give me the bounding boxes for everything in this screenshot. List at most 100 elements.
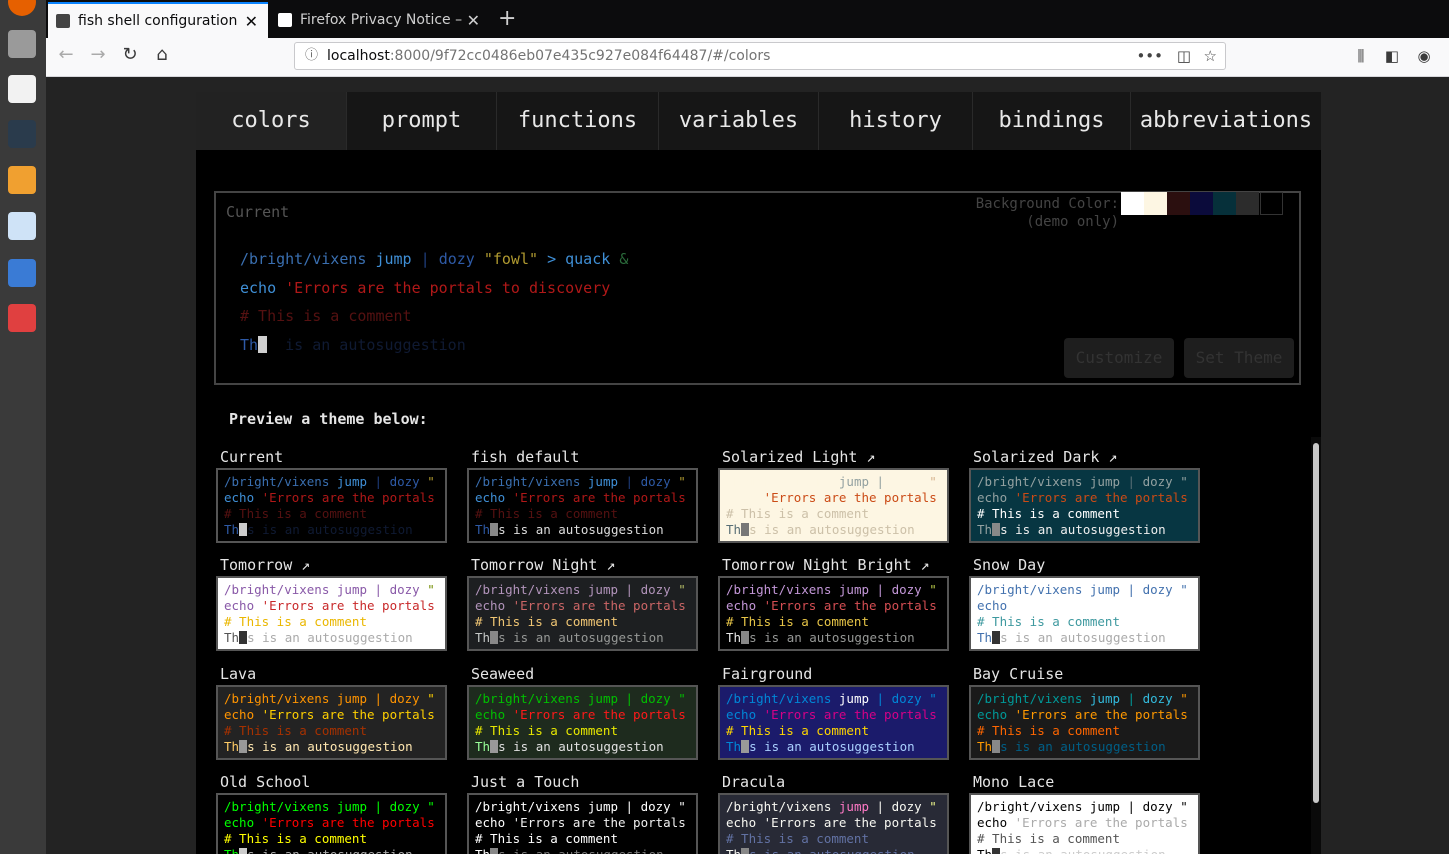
current-theme-demo: Current Background Color: (demo only) /b… (214, 191, 1301, 385)
file-manager-dock-icon[interactable] (8, 30, 36, 58)
theme-preview[interactable]: /bright/vixens jump | dozy " echo 'Errors… (718, 576, 949, 651)
preview-pipe: | (625, 582, 634, 597)
demo-line-command: /bright/vixens jump | dozy "fowl" > quac… (240, 250, 628, 268)
theme-card[interactable]: Old School/bright/vixens jump | dozy " ec… (216, 773, 447, 854)
theme-preview[interactable]: /bright/vixens jump | dozy " echo 'Errors… (216, 685, 447, 760)
preview-error: 'Errors are the portals (261, 815, 435, 830)
chat-dock-icon[interactable] (8, 212, 36, 240)
preview-line-command: /bright/vixens jump | dozy " (224, 474, 445, 490)
preview-jump: jump (587, 582, 618, 597)
tab-bindings[interactable]: bindings (972, 92, 1130, 150)
screen-recorder-dock-icon[interactable] (8, 304, 36, 332)
page-actions-icon[interactable]: ••• (1136, 43, 1163, 69)
theme-card[interactable]: Current/bright/vixens jump | dozy " echo … (216, 448, 447, 548)
theme-preview[interactable]: /bright/vixens jump | dozy " echo 'Errors… (467, 793, 698, 854)
demo-line-comment: # This is a comment (240, 307, 412, 325)
preview-autosuggestion: is an autosuggestion (1015, 847, 1166, 854)
theme-card[interactable]: Tomorrow Night Bright ↗ /bright/vixens ju… (718, 556, 949, 656)
preview-path: /bright/vixens (726, 582, 832, 597)
preview-typed-tail: s (247, 847, 255, 854)
library-icon[interactable]: ⫼ (1349, 47, 1373, 65)
bg-swatch-navy[interactable] (1190, 192, 1213, 215)
tab-colors[interactable]: colors (196, 92, 346, 150)
preview-jump: jump (1089, 582, 1120, 597)
preview-jump: jump (587, 474, 618, 489)
theme-card[interactable]: fish default/bright/vixens jump | dozy "… (467, 448, 698, 548)
theme-card[interactable]: Just a Touch/bright/vixens jump | dozy "… (467, 773, 698, 854)
theme-card[interactable]: Tomorrow ↗/bright/vixens jump | dozy " ec… (216, 556, 447, 656)
preview-path: /bright/vixens (977, 582, 1083, 597)
new-tab-icon[interactable]: + (498, 6, 516, 31)
theme-card[interactable]: Solarized Light ↗ /bright/vixens jump | d… (718, 448, 949, 548)
theme-card[interactable]: Bay Cruise/bright/vixens jump | dozy " ec… (969, 665, 1200, 765)
bookmark-star-icon[interactable]: ☆ (1204, 43, 1217, 69)
preview-line-autosuggest: Ths is an autosuggestion (475, 630, 696, 646)
theme-card[interactable]: Dracula/bright/vixens jump | dozy " echo … (718, 773, 949, 854)
back-arrow-icon[interactable]: ← (54, 44, 78, 65)
bg-swatch-dark-red[interactable] (1167, 192, 1190, 215)
theme-preview[interactable]: /bright/vixens jump | dozy " echo 'Errors… (216, 793, 447, 854)
theme-card[interactable]: Tomorrow Night ↗ /bright/vixens jump | do… (467, 556, 698, 656)
url-bar[interactable]: ⓘ localhost:8000/9f72cc0486eb07e435c927e… (294, 42, 1226, 70)
home-icon[interactable]: ⌂ (150, 44, 174, 65)
sidebar-icon[interactable]: ◧ (1380, 47, 1404, 65)
bg-swatch-white[interactable] (1121, 192, 1144, 215)
tab-functions[interactable]: functions (496, 92, 658, 150)
preview-error: 'Errors are the portals (763, 815, 937, 830)
preview-typed: Th (726, 630, 742, 645)
preview-line-command: /bright/vixens jump | dozy " (726, 474, 947, 490)
browser-tab-fish-config[interactable]: fish shell configuration ✕ (48, 2, 268, 38)
preview-line-command: /bright/vixens jump | dozy " (224, 799, 445, 815)
theme-preview[interactable]: /bright/vixens jump | dozy " echo 'Errors… (718, 468, 949, 543)
tab-prompt[interactable]: prompt (346, 92, 496, 150)
theme-preview[interactable]: /bright/vixens jump | dozy " echo 'Errors… (718, 793, 949, 854)
close-tab-icon[interactable]: ✕ (467, 11, 480, 30)
theme-preview[interactable]: /bright/vixens jump | dozy " echo 'Errors… (216, 468, 447, 543)
theme-preview[interactable]: /bright/vixens jump | dozy " echo 'Errors… (969, 793, 1200, 854)
preview-error: 'Errors are the portals (1014, 815, 1188, 830)
reload-icon[interactable]: ↻ (118, 44, 142, 65)
demo-quote: "fowl" (483, 250, 539, 268)
account-icon[interactable]: ◉ (1412, 47, 1436, 65)
theme-preview[interactable]: /bright/vixens jump | dozy " echo 'Errors… (969, 685, 1200, 760)
browser-tab-privacy-notice[interactable]: Firefox Privacy Notice – ✕ (270, 2, 490, 38)
theme-preview[interactable]: /bright/vixens jump | dozy " echo 'Errors… (467, 468, 698, 543)
theme-card[interactable]: Seaweed/bright/vixens jump | dozy " echo … (467, 665, 698, 765)
theme-card[interactable]: Lava/bright/vixens jump | dozy " echo 'Er… (216, 665, 447, 765)
preview-typed: Th (475, 522, 491, 537)
preview-dozy: dozy (1142, 474, 1173, 489)
theme-card[interactable]: Solarized Dark ↗ /bright/vixens jump | do… (969, 448, 1200, 548)
close-tab-icon[interactable]: ✕ (245, 12, 258, 31)
preview-typed: Th (977, 522, 993, 537)
bg-swatch-teal[interactable] (1213, 192, 1236, 215)
pocket-icon[interactable]: ◫ (1177, 43, 1191, 69)
bg-swatch-gray[interactable] (1236, 192, 1259, 215)
theme-preview[interactable]: /bright/vixens jump | dozy " echo 'Errors… (969, 468, 1200, 543)
set-theme-button[interactable]: Set Theme (1184, 338, 1294, 378)
theme-card[interactable]: Fairground/bright/vixens jump | dozy " ec… (718, 665, 949, 765)
theme-card[interactable]: Snow Day/bright/vixens jump | dozy " echo… (969, 556, 1200, 656)
document-viewer-dock-icon[interactable] (8, 75, 36, 103)
preview-line-error: echo 'Errors are the portals (726, 490, 947, 506)
screen-share-dock-icon[interactable] (8, 259, 36, 287)
bg-swatch-cream[interactable] (1144, 192, 1167, 215)
theme-preview[interactable]: /bright/vixens jump | dozy " echo 'Errors… (467, 685, 698, 760)
theme-card[interactable]: Mono Lace/bright/vixens jump | dozy " ech… (969, 773, 1200, 854)
bg-swatch-black[interactable] (1260, 192, 1283, 215)
forward-arrow-icon[interactable]: → (86, 44, 110, 65)
theme-preview[interactable]: /bright/vixens jump | dozy " echo 'Errors… (718, 685, 949, 760)
theme-preview[interactable]: /bright/vixens jump | dozy " echo 'Errors… (216, 576, 447, 651)
customize-button[interactable]: Customize (1064, 338, 1174, 378)
tab-variables[interactable]: variables (658, 92, 818, 150)
firefox-dock-icon[interactable] (8, 0, 36, 16)
tab-abbreviations[interactable]: abbreviations (1130, 92, 1321, 150)
scrollbar-thumb[interactable] (1313, 443, 1319, 803)
theme-preview[interactable]: /bright/vixens jump | dozy " echo 'Errors… (969, 576, 1200, 651)
site-info-icon[interactable]: ⓘ (305, 43, 318, 69)
tab-history[interactable]: history (818, 92, 972, 150)
download-dock-icon[interactable] (8, 166, 36, 194)
theme-list-scrollbar[interactable] (1311, 437, 1321, 854)
theme-preview[interactable]: /bright/vixens jump | dozy " echo 'Errors… (467, 576, 698, 651)
terminal-dock-icon[interactable] (8, 120, 36, 148)
preview-echo: echo (224, 707, 255, 722)
